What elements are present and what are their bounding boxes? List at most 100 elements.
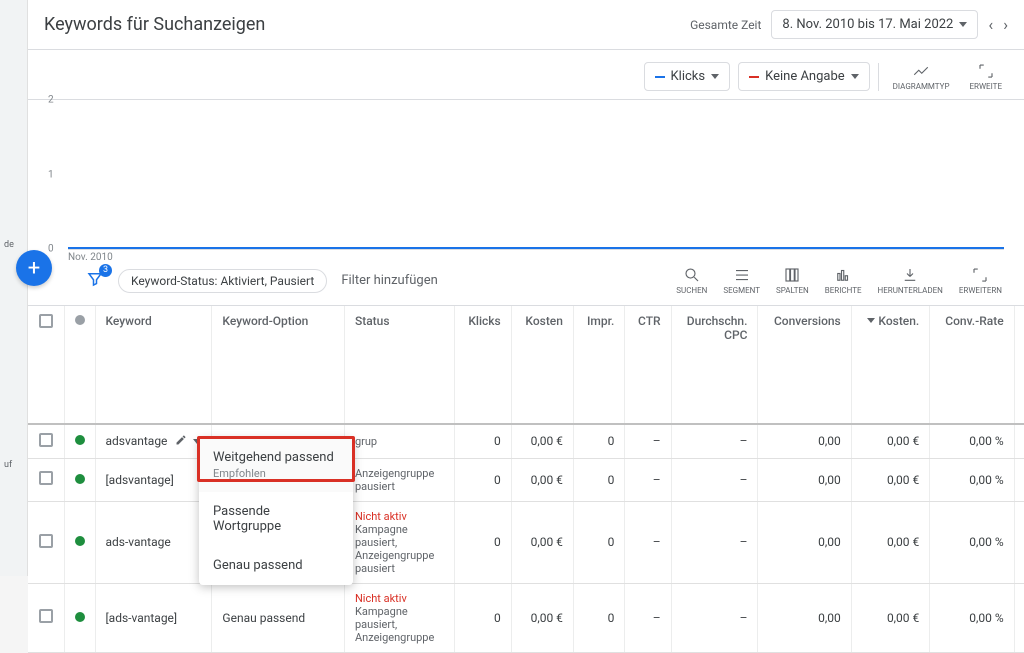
match-type-dropdown[interactable]: Weitgehend passend Empfohlen Passende Wo… xyxy=(199,438,353,585)
data-cell: 0,00 € xyxy=(851,501,930,583)
data-cell: Anzeigengruppe pausiert xyxy=(344,458,454,501)
date-range-picker[interactable]: 8. Nov. 2010 bis 17. Mai 2022 xyxy=(771,10,978,39)
left-nav-stub: de uf xyxy=(0,0,28,576)
expand-icon xyxy=(971,266,989,284)
data-cell: 0,00 xyxy=(1014,583,1024,652)
chevron-down-icon xyxy=(959,22,967,27)
data-cell: Genau passend xyxy=(212,583,345,652)
select-all-checkbox[interactable] xyxy=(39,314,53,328)
data-cell: 0 xyxy=(573,424,624,459)
row-checkbox[interactable] xyxy=(39,471,53,485)
column-header[interactable]: Conversions xyxy=(758,306,851,424)
column-header[interactable] xyxy=(64,306,95,424)
chart-expand-button[interactable]: ERWEITE xyxy=(963,58,1008,95)
table-row: ads-vantageWeitgehend passendNicht aktiv… xyxy=(28,501,1024,583)
data-cell: Nicht aktivKampagne pausiert, Anzeigengr… xyxy=(344,583,454,652)
data-cell: – xyxy=(625,424,671,459)
checkbox-cell[interactable] xyxy=(28,458,64,501)
chevron-down-icon xyxy=(711,74,719,79)
chart-area: 2 1 0 Nov. 2010 xyxy=(68,100,1004,250)
status-dot-icon xyxy=(75,474,85,484)
keywords-table: KeywordKeyword-OptionStatusKlicksKostenI… xyxy=(28,306,1024,653)
column-header[interactable]: Kosten. xyxy=(851,306,930,424)
data-cell: 0,00 € xyxy=(511,458,573,501)
page-title: Keywords für Suchanzeigen xyxy=(44,14,265,35)
data-cell: 0,00 xyxy=(1014,501,1024,583)
column-header[interactable]: Durchschn.CPC xyxy=(671,306,758,424)
status-dot-icon xyxy=(75,315,85,325)
data-cell: 0,00 xyxy=(758,583,851,652)
column-header[interactable] xyxy=(28,306,64,424)
series-red-icon xyxy=(749,76,759,78)
add-filter-button[interactable]: Filter hinzufügen xyxy=(341,273,437,288)
column-header[interactable]: CTR xyxy=(625,306,671,424)
reports-icon xyxy=(834,266,852,284)
add-fab-button[interactable]: + xyxy=(16,250,52,286)
column-header[interactable]: Conv.-Rate xyxy=(930,306,1014,424)
data-cell: Nicht aktivKampagne pausiert, Anzeigengr… xyxy=(344,501,454,583)
series-2-select[interactable]: Keine Angabe xyxy=(738,62,870,91)
row-checkbox[interactable] xyxy=(39,609,53,623)
page-header: Keywords für Suchanzeigen Gesamte Zeit 8… xyxy=(28,0,1024,50)
next-icon[interactable]: › xyxy=(1003,15,1008,34)
prev-icon[interactable]: ‹ xyxy=(988,15,993,34)
checkbox-cell[interactable] xyxy=(28,501,64,583)
data-cell: 0,00 € xyxy=(511,424,573,459)
edit-icon[interactable] xyxy=(175,434,187,449)
search-button[interactable]: SUCHEN xyxy=(670,262,713,299)
column-header[interactable]: Conv.-Wert xyxy=(1014,306,1024,424)
keyword-cell[interactable]: [adsvantage] xyxy=(95,458,212,501)
column-header[interactable]: Keyword xyxy=(95,306,212,424)
keyword-cell[interactable]: [ads-vantage] xyxy=(95,583,212,652)
match-type-broad[interactable]: Weitgehend passend Empfohlen xyxy=(199,438,353,492)
data-cell: – xyxy=(671,501,758,583)
chart-toolbar: Klicks Keine Angabe DIAGRAMMTYP ERWEITE xyxy=(28,50,1024,100)
data-cell: 0 xyxy=(454,424,511,459)
keyword-cell[interactable]: ads-vantage xyxy=(95,501,212,583)
series-blue-icon xyxy=(655,76,665,78)
table-row: [adsvantage]Anzeigengruppe pausiert00,00… xyxy=(28,458,1024,501)
checkbox-cell[interactable] xyxy=(28,583,64,652)
filter-button[interactable]: 3 xyxy=(86,270,104,292)
segment-button[interactable]: SEGMENT xyxy=(717,262,766,299)
columns-icon xyxy=(783,266,801,284)
data-cell: 0 xyxy=(573,501,624,583)
reports-button[interactable]: BERICHTE xyxy=(819,262,868,299)
keyword-cell[interactable]: adsvantage xyxy=(95,424,212,459)
checkbox-cell[interactable] xyxy=(28,424,64,459)
row-checkbox[interactable] xyxy=(39,433,53,447)
status-dot-icon xyxy=(75,612,85,622)
status-cell[interactable] xyxy=(64,424,95,459)
match-type-phrase[interactable]: Passende Wortgruppe xyxy=(199,492,353,546)
data-cell: 0,00 % xyxy=(930,424,1014,459)
data-cell: – xyxy=(625,583,671,652)
column-header[interactable]: Status xyxy=(344,306,454,424)
expand-table-button[interactable]: ERWEITERN xyxy=(953,262,1008,299)
chart-type-icon xyxy=(912,62,930,80)
match-type-exact[interactable]: Genau passend xyxy=(199,546,353,585)
data-cell: 0,00 € xyxy=(511,583,573,652)
columns-button[interactable]: SPALTEN xyxy=(770,262,815,299)
status-cell[interactable] xyxy=(64,501,95,583)
series-1-select[interactable]: Klicks xyxy=(644,62,731,91)
download-button[interactable]: HERUNTERLADEN xyxy=(872,262,949,299)
column-header[interactable]: Klicks xyxy=(454,306,511,424)
data-cell: 0,00 % xyxy=(930,458,1014,501)
data-cell: – xyxy=(625,458,671,501)
column-header[interactable]: Keyword-Option xyxy=(212,306,345,424)
chart-type-button[interactable]: DIAGRAMMTYP xyxy=(887,58,956,95)
column-header[interactable]: Impr. xyxy=(573,306,624,424)
row-checkbox[interactable] xyxy=(39,534,53,548)
data-cell: 0,00 xyxy=(1014,424,1024,459)
status-filter-chip[interactable]: Keyword-Status: Aktiviert, Pausiert xyxy=(118,269,327,293)
table-row: adsvantagegrup00,00 €0––0,000,00 €0,00 %… xyxy=(28,424,1024,459)
data-cell: 0,00 % xyxy=(930,501,1014,583)
data-cell: 0,00 xyxy=(758,458,851,501)
download-icon xyxy=(901,266,919,284)
table-row: [ads-vantage]Genau passendNicht aktivKam… xyxy=(28,583,1024,652)
data-cell: 0,00 % xyxy=(930,583,1014,652)
status-cell[interactable] xyxy=(64,583,95,652)
column-header[interactable]: Kosten xyxy=(511,306,573,424)
status-cell[interactable] xyxy=(64,458,95,501)
data-cell: 0,00 € xyxy=(851,583,930,652)
